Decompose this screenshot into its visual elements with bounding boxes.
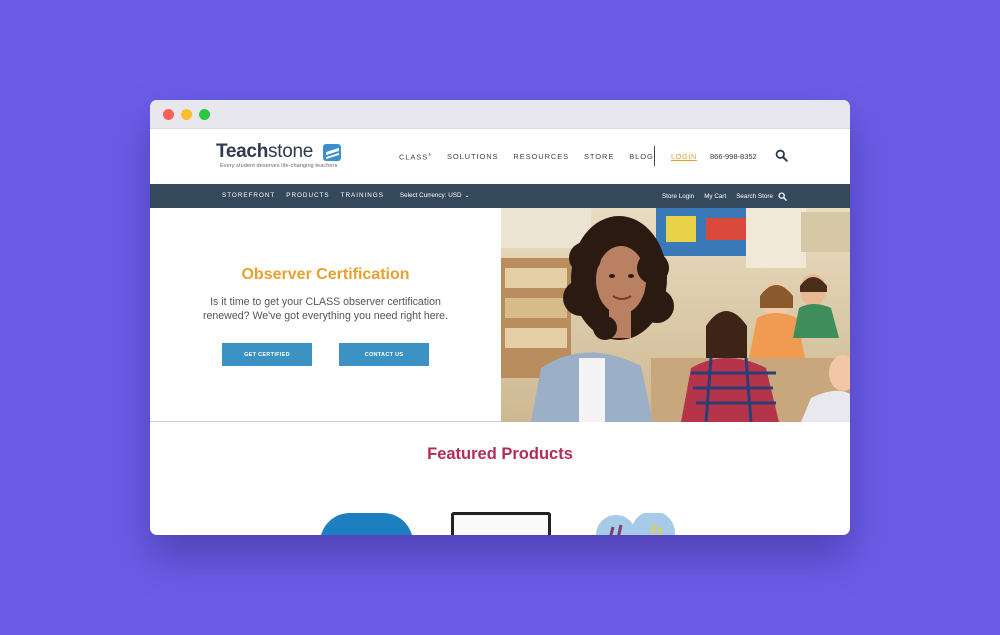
currency-label: Select Currency: USD	[399, 192, 462, 199]
close-window-button[interactable]	[163, 109, 174, 120]
search-store-icon[interactable]	[778, 192, 787, 201]
nav-item-resources[interactable]: RESOURCES	[513, 152, 569, 161]
search-store-link[interactable]: Search Store	[736, 193, 773, 200]
phone-number: 866-998-8352	[710, 152, 757, 161]
nav-item-store[interactable]: STORE	[584, 152, 614, 161]
store-nav-trainings[interactable]: TRAININGS	[341, 192, 384, 199]
nav-item-solutions[interactable]: SOLUTIONS	[447, 152, 498, 161]
store-nav-storefront[interactable]: STOREFRONT	[222, 192, 275, 199]
site-header: Teachstone Every student deserves life-c…	[150, 129, 850, 184]
logo-tagline: Every student deserves life-changing tea…	[220, 163, 338, 169]
store-nav-left: STOREFRONT PRODUCTS TRAININGS Select Cur…	[222, 192, 470, 199]
featured-product-3-image[interactable]	[591, 513, 683, 535]
logo-brand-bold: Teach	[216, 141, 269, 162]
product-3-illustration	[596, 513, 675, 535]
store-nav-right: Store Login My Cart Search Store	[652, 192, 787, 201]
store-nav-products[interactable]: PRODUCTS	[286, 192, 329, 199]
logo-wordmark: Teachstone	[216, 141, 313, 163]
nav-item-class[interactable]: CLASS®	[399, 152, 432, 162]
hero-title: Observer Certification	[241, 266, 410, 283]
login-link[interactable]: LOGIN	[671, 152, 697, 161]
logo-mark-icon	[323, 144, 341, 161]
chevron-down-icon: ⌄	[464, 193, 470, 199]
minimize-window-button[interactable]	[181, 109, 192, 120]
main-nav: CLASS® SOLUTIONS RESOURCES STORE BLOG	[399, 152, 669, 162]
maximize-window-button[interactable]	[199, 109, 210, 120]
get-certified-button[interactable]: GET CERTIFIED	[222, 343, 312, 366]
currency-select[interactable]: Select Currency: USD ⌄	[400, 192, 470, 199]
browser-window: Teachstone Every student deserves life-c…	[150, 100, 850, 535]
store-login-link[interactable]: Store Login	[662, 193, 694, 200]
hero-classroom-photo	[501, 208, 850, 422]
hero-section: Observer Certification Is it time to get…	[150, 208, 850, 422]
search-icon[interactable]	[775, 149, 788, 162]
featured-products-title: Featured Products	[427, 445, 573, 463]
teachstone-logo[interactable]: Teachstone Every student deserves life-c…	[216, 141, 341, 169]
hero-subtitle: Is it time to get your CLASS observer ce…	[202, 296, 449, 322]
contact-us-button[interactable]: CONTACT US	[339, 343, 429, 366]
window-titlebar	[150, 100, 850, 129]
nav-divider	[654, 146, 655, 166]
my-cart-link[interactable]: My Cart	[704, 193, 726, 200]
logo-brand-light: stone	[268, 141, 313, 162]
nav-item-blog[interactable]: BLOG	[629, 152, 653, 161]
store-nav-bar: STOREFRONT PRODUCTS TRAININGS Select Cur…	[150, 184, 850, 208]
featured-product-2-image[interactable]	[451, 512, 551, 535]
featured-product-1-image[interactable]	[320, 513, 413, 535]
hero-content: Observer Certification Is it time to get…	[150, 208, 501, 422]
classroom-illustration	[501, 208, 850, 422]
